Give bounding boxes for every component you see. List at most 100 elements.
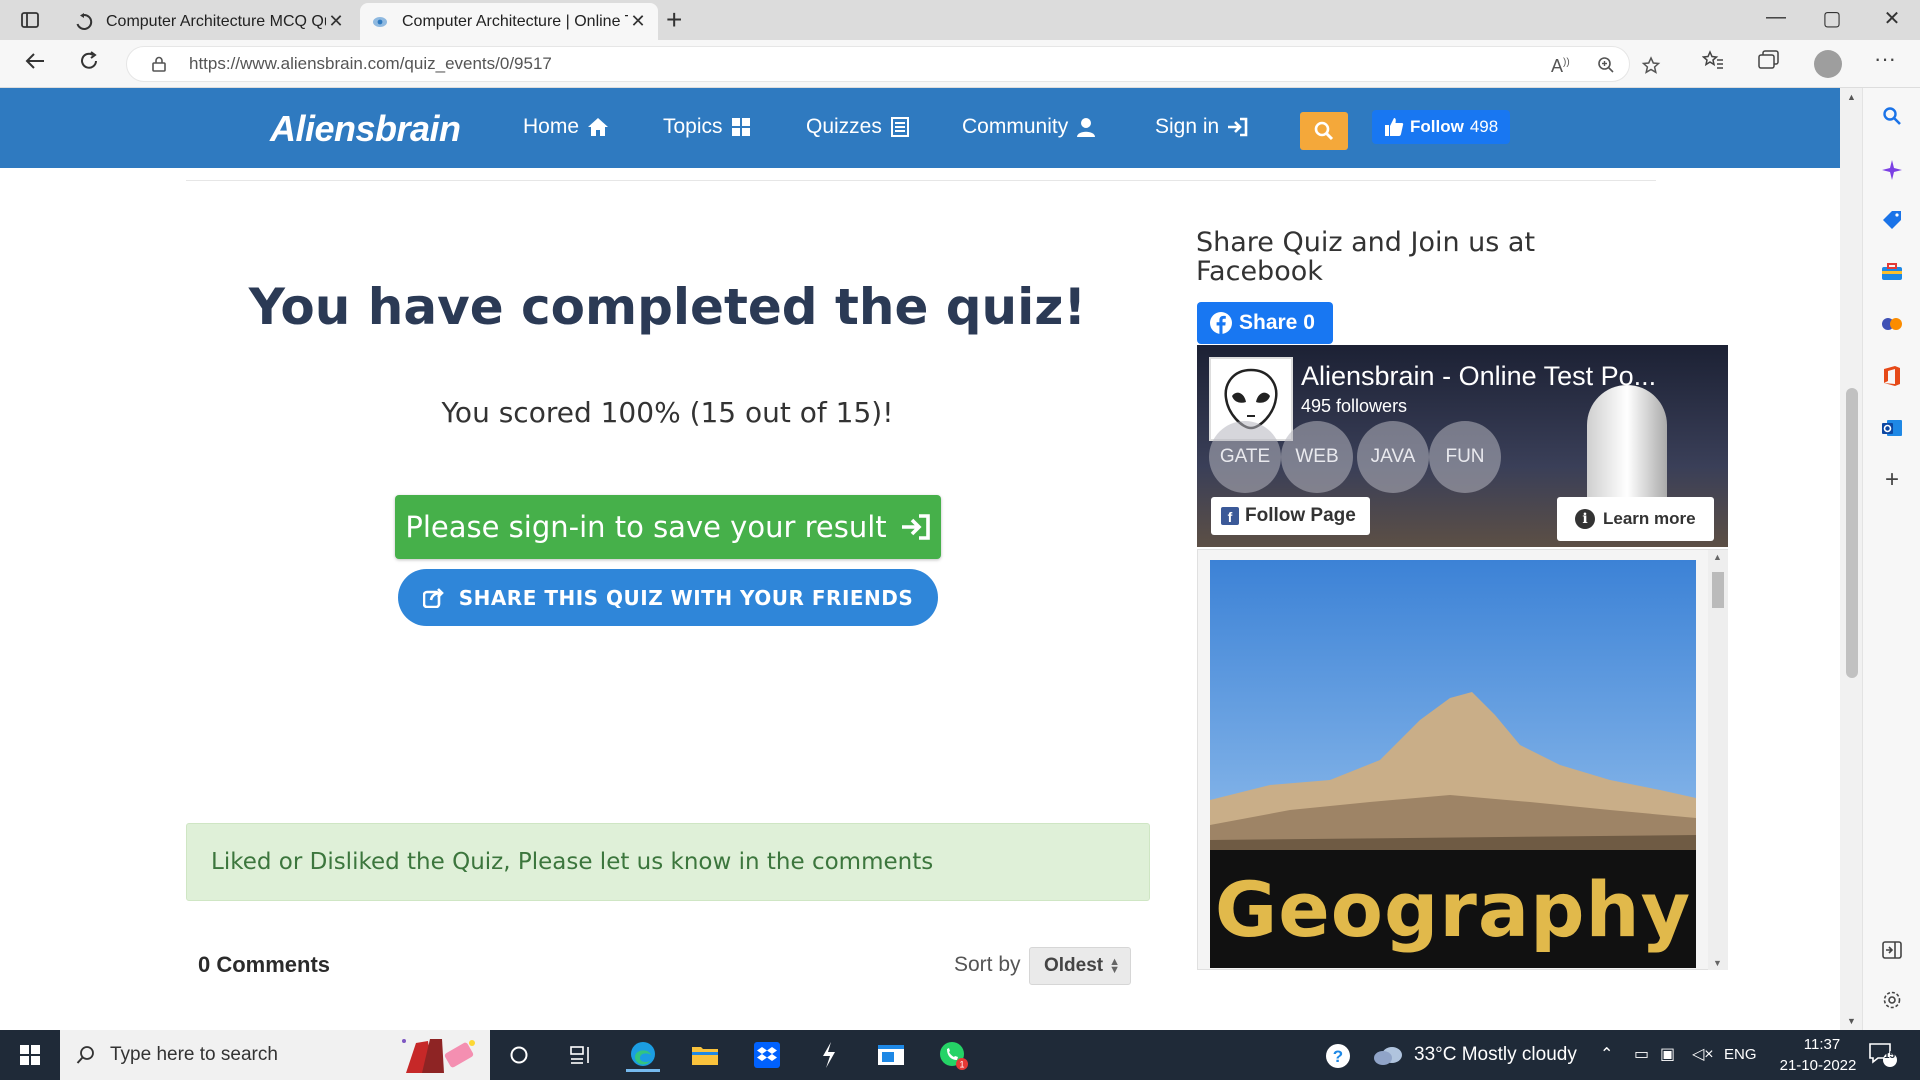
app-lightning-icon[interactable] [812,1038,846,1072]
outlook-icon[interactable] [1880,416,1904,440]
help-icon[interactable]: ? [1324,1042,1352,1075]
sign-in-icon [901,514,930,540]
new-tab-button[interactable]: + [666,4,682,36]
browser-tab-active[interactable]: Computer Architecture | Online T ✕ [360,3,658,40]
edge-sidebar: + [1862,88,1920,1030]
nav-sign-in-label: Sign in [1155,115,1220,138]
info-icon: i [1575,509,1595,529]
dropbox-icon[interactable] [750,1038,784,1072]
notification-center-button[interactable]: 15 [1868,1042,1898,1073]
search-icon[interactable] [1880,104,1904,128]
nav-community[interactable]: Community [962,115,1096,139]
url-field[interactable]: https://www.aliensbrain.com/quiz_events/… [126,46,1661,82]
taskbar-search-box[interactable]: Type here to search [60,1030,490,1080]
back-button[interactable] [20,50,50,79]
clock-date[interactable]: 21-10-2022 [1768,1057,1868,1074]
browser-tab[interactable]: Computer Architecture MCQ Qui ✕ [64,3,356,40]
search-icon [1314,121,1334,141]
notepad-app-icon[interactable] [874,1038,908,1072]
maximize-button[interactable]: ▢ [1812,6,1852,31]
show-hidden-icons[interactable]: ⌃ [1600,1044,1613,1064]
feed-scrollbar[interactable]: ▲ ▼ [1708,550,1728,970]
collections-icon[interactable] [1758,50,1780,76]
facebook-followers: 495 followers [1301,396,1408,416]
add-favorite-icon[interactable] [1641,56,1661,81]
windows-logo-icon [20,1045,40,1065]
office-icon[interactable] [1880,364,1904,388]
comments-count: 0 Comments [198,952,331,977]
feed-scroll-thumb[interactable] [1712,572,1724,608]
more-menu-icon[interactable]: ··· [1874,46,1896,72]
settings-gear-icon[interactable] [1880,988,1904,1012]
tablet-icon[interactable]: ▭ [1634,1044,1649,1064]
scroll-up-icon[interactable]: ▲ [1713,552,1722,562]
read-aloud-icon[interactable]: A)) [1551,56,1570,77]
clock-time[interactable]: 11:37 [1792,1036,1852,1053]
page-scrollbar[interactable]: ▲ ▼ [1840,88,1862,1030]
svg-text:?: ? [1333,1047,1343,1066]
file-explorer-icon[interactable] [688,1038,722,1072]
weather-text[interactable]: 33°C Mostly cloudy [1414,1044,1577,1066]
facebook-follow-button[interactable]: Follow 498 [1372,110,1511,144]
tab-close-icon[interactable]: ✕ [326,11,346,32]
profile-avatar[interactable] [1814,50,1842,78]
minimize-button[interactable]: — [1756,6,1796,29]
nav-topics-label: Topics [663,115,723,138]
refresh-button[interactable] [74,50,104,79]
search-highlight-illustration [402,1039,475,1073]
battery-icon[interactable]: ▣ [1660,1044,1675,1064]
topic-bubble-web: WEB [1281,421,1353,493]
taskbar-search-placeholder: Type here to search [110,1044,278,1065]
language-indicator[interactable]: ENG [1724,1046,1757,1063]
whatsapp-icon[interactable]: 1 [936,1038,970,1072]
facebook-page-plugin: Aliensbrain - Online Test Po... 495 foll… [1197,345,1728,547]
edge-browser-icon[interactable] [626,1038,660,1072]
favorites-icon[interactable] [1701,50,1724,76]
zoom-icon[interactable] [1597,56,1615,79]
caption-band: Geography [1210,850,1696,968]
url-text[interactable]: https://www.aliensbrain.com/quiz_events/… [189,54,552,74]
nav-home[interactable]: Home [523,115,609,139]
widgets-icon[interactable] [564,1038,598,1072]
share-heading: Share Quiz and Join us at Facebook [1196,227,1536,287]
windows-start-button[interactable] [0,1030,60,1080]
tab-title: Computer Architecture | Online T [402,12,628,30]
lock-icon[interactable] [151,56,167,72]
share-quiz-label: SHARE THIS QUIZ WITH YOUR FRIENDS [458,585,914,610]
search-icon [76,1046,94,1064]
shopping-tag-icon[interactable] [1880,208,1904,232]
tab-close-icon[interactable]: ✕ [628,11,648,32]
nav-sign-in[interactable]: Sign in [1155,115,1249,139]
home-icon [588,118,609,136]
games-icon[interactable] [1880,312,1904,336]
tools-icon[interactable] [1880,260,1904,284]
learn-more-button[interactable]: i Learn more [1557,497,1714,541]
address-bar-row: https://www.aliensbrain.com/quiz_events/… [0,40,1920,88]
facebook-page-name[interactable]: Aliensbrain - Online Test Po... [1301,361,1716,392]
facebook-share-button[interactable]: Share 0 [1197,302,1333,344]
hide-sidebar-icon[interactable] [1880,938,1904,962]
add-icon[interactable]: + [1880,466,1904,493]
sign-in-save-result-button[interactable]: Please sign-in to save your result [395,495,941,559]
scroll-down-icon[interactable]: ▼ [1847,1016,1856,1026]
volume-mute-icon[interactable]: ◁× [1692,1044,1714,1064]
facebook-feed[interactable]: Geography ▲ ▼ [1197,549,1728,970]
nav-topics[interactable]: Topics [663,115,751,139]
follow-page-button[interactable]: f Follow Page [1211,497,1370,535]
site-logo[interactable]: Aliensbrain [270,108,461,150]
tab-actions-icon[interactable] [14,8,46,32]
sort-select[interactable]: Oldest ▲ ▼ [1029,947,1131,985]
share-quiz-button[interactable]: SHARE THIS QUIZ WITH YOUR FRIENDS [398,569,938,626]
page-scroll-thumb[interactable] [1846,388,1858,678]
nav-quizzes-label: Quizzes [806,115,882,138]
mountain-illustration [1210,692,1696,850]
scroll-up-icon[interactable]: ▲ [1847,92,1856,102]
facebook-share-label: Share 0 [1239,311,1315,334]
geography-post-image[interactable]: Geography [1210,560,1696,968]
copilot-icon[interactable] [1880,158,1904,182]
nav-quizzes[interactable]: Quizzes [806,115,910,139]
task-view-icon[interactable] [502,1038,536,1072]
close-window-button[interactable]: ✕ [1872,6,1912,31]
scroll-down-icon[interactable]: ▼ [1713,958,1722,968]
site-search-button[interactable] [1300,112,1348,150]
